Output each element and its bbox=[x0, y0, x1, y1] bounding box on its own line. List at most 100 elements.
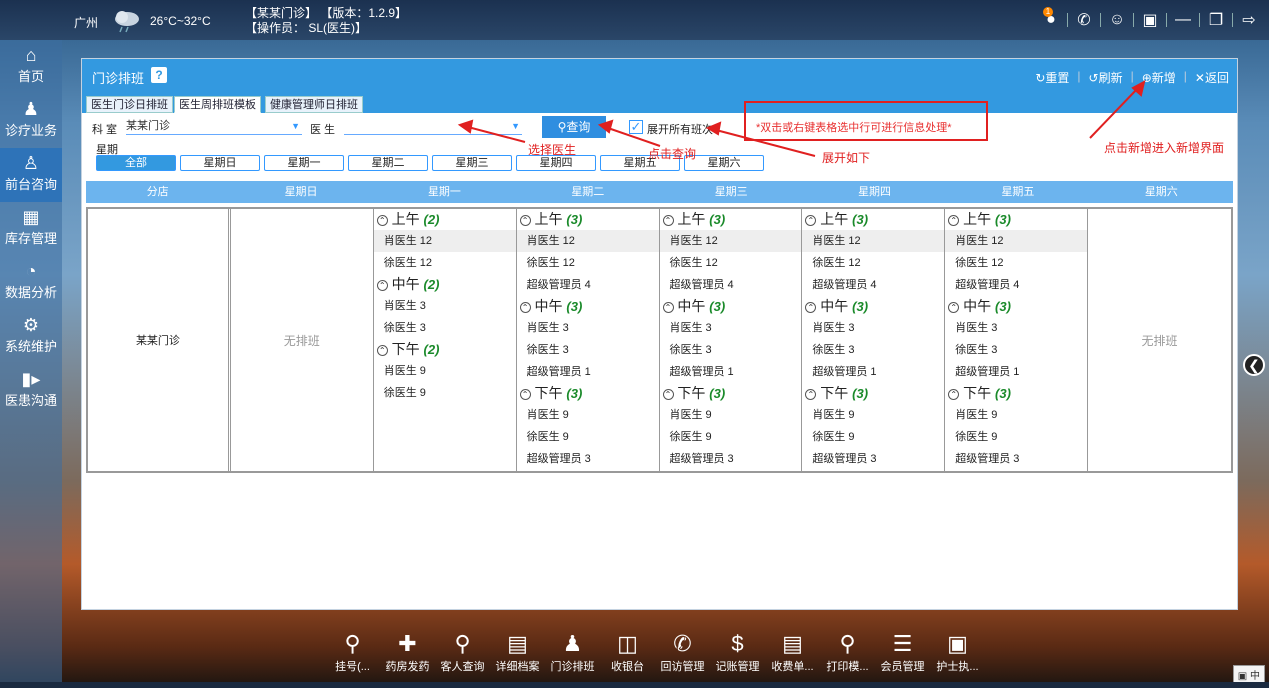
phone-icon[interactable]: ✆ bbox=[1074, 10, 1094, 30]
doctor-entry[interactable]: 超级管理员 3 bbox=[802, 448, 944, 470]
session-morning[interactable]: ⌃ 上午 (3) bbox=[945, 209, 1087, 230]
dock-schedule[interactable]: ♟ 门诊排班 bbox=[545, 630, 600, 674]
sunday-cell[interactable]: 无排班 bbox=[231, 209, 374, 471]
doctor-entry[interactable]: 超级管理员 1 bbox=[660, 361, 802, 383]
session-afternoon[interactable]: ⌃ 下午 (3) bbox=[517, 383, 659, 404]
doctor-entry[interactable]: 肖医生 9 bbox=[374, 360, 516, 382]
day-filter-all[interactable]: 全部 bbox=[96, 155, 176, 171]
doctor-entry[interactable]: 肖医生 9 bbox=[517, 404, 659, 426]
doctor-entry[interactable]: 肖医生 9 bbox=[660, 404, 802, 426]
dock-followup[interactable]: ✆ 回访管理 bbox=[655, 630, 710, 674]
session-noon[interactable]: ⌃ 中午 (3) bbox=[660, 296, 802, 317]
dock-members[interactable]: ☰ 会员管理 bbox=[875, 630, 930, 674]
doctor-entry[interactable]: 肖医生 3 bbox=[945, 317, 1087, 339]
doctor-entry[interactable]: 徐医生 12 bbox=[945, 252, 1087, 274]
doctor-entry[interactable]: 超级管理员 1 bbox=[945, 361, 1087, 383]
friday-cell[interactable]: ⌃ 上午 (3) 肖医生 12 徐医生 12 超级管理员 4 ⌃ 中午 (3) 肖医生 3… bbox=[945, 209, 1089, 471]
doctor-entry[interactable]: 徐医生 3 bbox=[945, 339, 1087, 361]
user-icon[interactable]: ☺ bbox=[1107, 11, 1127, 29]
doctor-entry[interactable]: 肖医生 12 bbox=[659, 230, 802, 252]
doctor-entry[interactable]: 肖医生 3 bbox=[802, 317, 944, 339]
dock-accounting[interactable]: $ 记账管理 bbox=[710, 630, 765, 674]
doctor-entry[interactable]: 徐医生 12 bbox=[660, 252, 802, 274]
branch-cell[interactable]: 某某门诊 bbox=[88, 209, 231, 471]
back-button[interactable]: ✕返回 bbox=[1195, 69, 1229, 86]
doctor-entry[interactable]: 徐医生 9 bbox=[945, 426, 1087, 448]
skin-icon[interactable]: ▣ bbox=[1140, 10, 1160, 30]
doctor-entry[interactable]: 肖医生 12 bbox=[802, 230, 945, 252]
session-noon[interactable]: ⌃ 中午 (3) bbox=[517, 296, 659, 317]
doctor-entry[interactable]: 肖医生 3 bbox=[517, 317, 659, 339]
monday-cell[interactable]: ⌃ 上午 (2) 肖医生 12 徐医生 12 ⌃ 中午 (2) 肖医生 3 徐医… bbox=[373, 209, 517, 471]
session-morning[interactable]: ⌃ 上午 (3) bbox=[660, 209, 802, 230]
dock-nurse[interactable]: ▣ 护士执... bbox=[930, 630, 985, 674]
sidebar-item-home[interactable]: ⌂ 首页 bbox=[0, 40, 62, 94]
doctor-entry[interactable]: 徐医生 3 bbox=[660, 339, 802, 361]
doctor-entry[interactable]: 徐医生 9 bbox=[802, 426, 944, 448]
add-button[interactable]: ⊕新增 bbox=[1142, 69, 1176, 86]
doctor-entry[interactable]: 超级管理员 3 bbox=[517, 448, 659, 470]
expand-all-checkbox[interactable]: ✓ bbox=[629, 120, 643, 134]
doctor-entry[interactable]: 超级管理员 1 bbox=[517, 361, 659, 383]
doctor-entry[interactable]: 肖医生 12 bbox=[373, 230, 516, 252]
sidebar-item-system[interactable]: ⚙ 系统维护 bbox=[0, 310, 62, 364]
session-noon[interactable]: ⌃ 中午 (3) bbox=[945, 296, 1087, 317]
dock-register[interactable]: ⚲ 挂号(... bbox=[325, 630, 380, 674]
restore-icon[interactable]: ❐ bbox=[1206, 10, 1226, 30]
doctor-entry[interactable]: 超级管理员 3 bbox=[945, 448, 1087, 470]
session-noon[interactable]: ⌃ 中午 (3) bbox=[802, 296, 944, 317]
wednesday-cell[interactable]: ⌃ 上午 (3) 肖医生 12 徐医生 12 超级管理员 4 ⌃ 中午 (3) 肖医生 3… bbox=[659, 209, 803, 471]
query-button[interactable]: ⚲查询 bbox=[542, 116, 606, 138]
doctor-entry[interactable]: 肖医生 12 bbox=[516, 230, 659, 252]
doctor-entry[interactable]: 徐医生 9 bbox=[517, 426, 659, 448]
doctor-entry[interactable]: 肖医生 9 bbox=[945, 404, 1087, 426]
session-afternoon[interactable]: ⌃ 下午 (3) bbox=[802, 383, 944, 404]
tuesday-cell[interactable]: ⌃ 上午 (3) 肖医生 12 徐医生 12 超级管理员 4 ⌃ 中午 (3) 肖医生 3… bbox=[516, 209, 660, 471]
doctor-entry[interactable]: 超级管理员 4 bbox=[660, 274, 802, 296]
doctor-entry[interactable]: 肖医生 3 bbox=[374, 295, 516, 317]
reset-button[interactable]: ↻重置 bbox=[1035, 69, 1069, 86]
thursday-cell[interactable]: ⌃ 上午 (3) 肖医生 12 徐医生 12 超级管理员 4 ⌃ 中午 (3) 肖医生 3… bbox=[802, 209, 946, 471]
exit-icon[interactable]: ⇨ bbox=[1239, 10, 1259, 30]
dock-cashier[interactable]: ◫ 收银台 bbox=[600, 630, 655, 674]
session-morning[interactable]: ⌃ 上午 (2) bbox=[374, 209, 516, 230]
day-filter-sun[interactable]: 星期日 bbox=[180, 155, 260, 171]
help-icon[interactable]: ? bbox=[151, 67, 167, 83]
sidebar-item-communication[interactable]: ▮▸ 医患沟通 bbox=[0, 364, 62, 418]
dock-records[interactable]: ▤ 详细档案 bbox=[490, 630, 545, 674]
refresh-button[interactable]: ↺刷新 bbox=[1089, 69, 1123, 86]
doctor-entry[interactable]: 超级管理员 3 bbox=[660, 448, 802, 470]
session-morning[interactable]: ⌃ 上午 (3) bbox=[517, 209, 659, 230]
session-afternoon[interactable]: ⌃ 下午 (2) bbox=[374, 339, 516, 360]
schedule-table[interactable]: 某某门诊 无排班 ⌃ 上午 (2) 肖医生 12 徐医生 12 ⌃ 中午 (2)… bbox=[86, 207, 1233, 473]
tab-daily-schedule[interactable]: 医生门诊日排班 bbox=[86, 96, 173, 113]
saturday-cell[interactable]: 无排班 bbox=[1088, 209, 1231, 471]
sidebar-item-analytics[interactable]: ◔ 数据分析 bbox=[0, 256, 62, 310]
dept-select[interactable]: 某某门诊 ▼ bbox=[126, 119, 302, 135]
session-afternoon[interactable]: ⌃ 下午 (3) bbox=[945, 383, 1087, 404]
notification-icon[interactable]: ● 1 bbox=[1041, 7, 1061, 29]
doctor-entry[interactable]: 肖医生 9 bbox=[802, 404, 944, 426]
dock-charge-slip[interactable]: ▤ 收费单... bbox=[765, 630, 820, 674]
session-morning[interactable]: ⌃ 上午 (3) bbox=[802, 209, 944, 230]
doctor-entry[interactable]: 徐医生 12 bbox=[517, 252, 659, 274]
doctor-entry[interactable]: 徐医生 3 bbox=[517, 339, 659, 361]
expand-panel-icon[interactable]: ❮ bbox=[1243, 354, 1265, 376]
sidebar-item-clinical[interactable]: ♟ 诊疗业务 bbox=[0, 94, 62, 148]
dock-guest-search[interactable]: ⚲ 客人查询 bbox=[435, 630, 490, 674]
doctor-entry[interactable]: 徐医生 3 bbox=[802, 339, 944, 361]
doctor-entry[interactable]: 超级管理员 1 bbox=[802, 361, 944, 383]
doctor-entry[interactable]: 超级管理员 4 bbox=[945, 274, 1087, 296]
day-filter-wed[interactable]: 星期三 bbox=[432, 155, 512, 171]
doctor-entry[interactable]: 徐医生 12 bbox=[802, 252, 944, 274]
doctor-entry[interactable]: 徐医生 9 bbox=[660, 426, 802, 448]
sidebar-item-reception[interactable]: ♙ 前台咨询 bbox=[0, 148, 62, 202]
doctor-entry[interactable]: 徐医生 12 bbox=[374, 252, 516, 274]
day-filter-tue[interactable]: 星期二 bbox=[348, 155, 428, 171]
tab-weekly-template[interactable]: 医生周排班模板 bbox=[174, 96, 261, 113]
doctor-entry[interactable]: 超级管理员 4 bbox=[517, 274, 659, 296]
session-noon[interactable]: ⌃ 中午 (2) bbox=[374, 274, 516, 295]
doctor-entry[interactable]: 徐医生 9 bbox=[374, 382, 516, 404]
day-filter-mon[interactable]: 星期一 bbox=[264, 155, 344, 171]
doctor-select[interactable]: ▼ bbox=[344, 119, 522, 135]
